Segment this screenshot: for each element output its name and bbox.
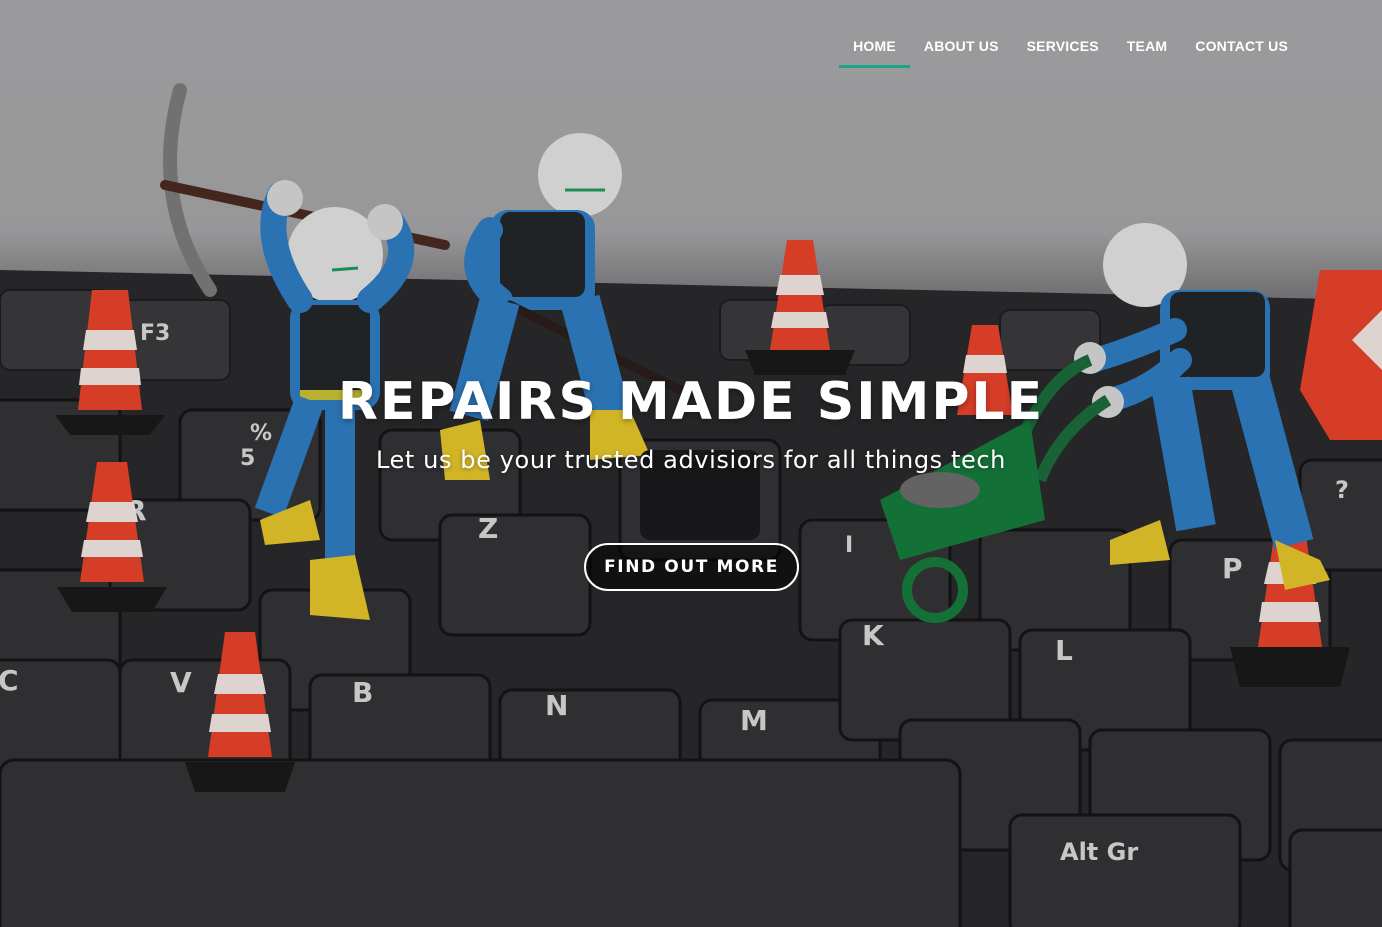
nav-contact-us[interactable]: CONTACT US <box>1181 30 1302 68</box>
main-navigation: HOME ABOUT US SERVICES TEAM CONTACT US <box>839 30 1302 68</box>
hero-content: REPAIRS MADE SIMPLE Let us be your trust… <box>0 370 1382 476</box>
nav-team[interactable]: TEAM <box>1113 30 1181 68</box>
nav-about-us[interactable]: ABOUT US <box>910 30 1013 68</box>
hero-title: REPAIRS MADE SIMPLE <box>337 372 1045 432</box>
hero-section: F3 % 5 R Z C V B N M K L P ? I Alt Gr HO… <box>0 0 1382 927</box>
nav-home[interactable]: HOME <box>839 30 910 68</box>
find-out-more-button[interactable]: FIND OUT MORE <box>584 543 799 591</box>
hero-subtitle: Let us be your trusted advisiors for all… <box>376 446 1006 474</box>
nav-services[interactable]: SERVICES <box>1013 30 1113 68</box>
